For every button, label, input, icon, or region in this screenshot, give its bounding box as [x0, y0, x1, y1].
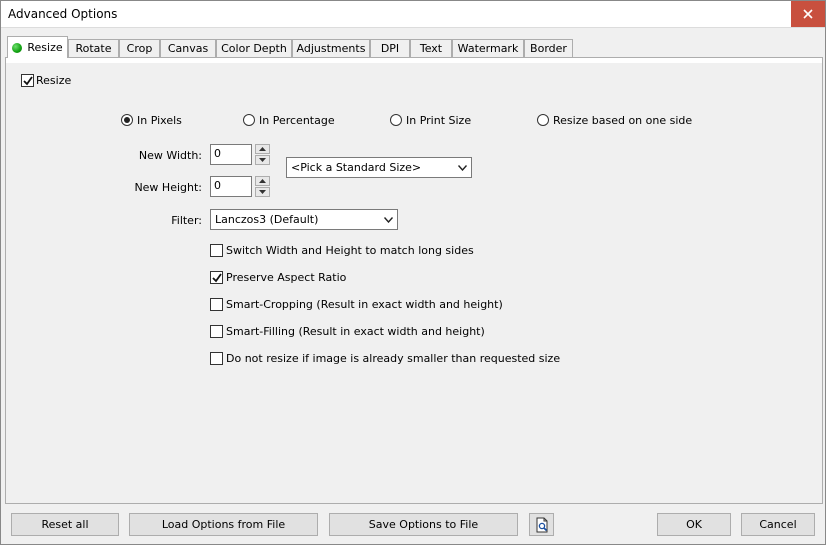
spin-up-icon[interactable]: [255, 176, 270, 186]
preview-button[interactable]: [529, 513, 554, 536]
no-upscale-checkbox[interactable]: [210, 352, 223, 365]
switch-width-height-checkbox[interactable]: [210, 244, 223, 257]
radio-in-pixels[interactable]: [121, 114, 133, 126]
tab-text[interactable]: Text: [410, 39, 452, 57]
tab-label: DPI: [380, 42, 400, 55]
tab-adjustments[interactable]: Adjustments: [292, 39, 370, 57]
close-icon: [803, 9, 813, 19]
tab-watermark[interactable]: Watermark: [452, 39, 524, 57]
tab-label: Border: [530, 42, 567, 55]
preserve-aspect-label: Preserve Aspect Ratio: [226, 271, 347, 284]
resize-checkbox[interactable]: [21, 74, 34, 87]
width-spinner[interactable]: [255, 144, 270, 165]
radio-in-percentage-label: In Percentage: [259, 114, 335, 127]
resize-checkbox-label: Resize: [36, 74, 72, 87]
radio-one-side[interactable]: [537, 114, 549, 126]
tab-label: Color Depth: [221, 42, 287, 55]
tab-border[interactable]: Border: [524, 39, 573, 57]
standard-size-select[interactable]: <Pick a Standard Size>: [286, 157, 472, 178]
tab-label: Crop: [126, 42, 153, 55]
height-input[interactable]: 0: [210, 176, 252, 197]
radio-in-percentage[interactable]: [243, 114, 255, 126]
spin-down-icon[interactable]: [255, 155, 270, 165]
resize-panel: Resize In Pixels In Percentage In Print …: [5, 57, 823, 504]
checkmark-icon: [23, 76, 33, 86]
chevron-down-icon: [458, 165, 467, 171]
tab-label: Resize: [27, 41, 63, 54]
reset-all-button[interactable]: Reset all: [11, 513, 119, 536]
cancel-button[interactable]: Cancel: [741, 513, 815, 536]
width-input[interactable]: 0: [210, 144, 252, 165]
tab-label: Text: [419, 42, 443, 55]
tab-label: Watermark: [457, 42, 519, 55]
chevron-down-icon: [384, 217, 393, 223]
tab-rotate[interactable]: Rotate: [68, 39, 119, 57]
tab-label: Rotate: [75, 42, 112, 55]
title-bar: Advanced Options: [1, 1, 825, 28]
tab-label: Adjustments: [296, 42, 366, 55]
checkmark-icon: [212, 273, 222, 283]
radio-in-print-size-label: In Print Size: [406, 114, 472, 127]
tab-label: Canvas: [167, 42, 209, 55]
ok-button[interactable]: OK: [657, 513, 731, 536]
tab-crop[interactable]: Crop: [119, 39, 160, 57]
height-label: New Height:: [134, 181, 202, 194]
spin-down-icon[interactable]: [255, 187, 270, 197]
window-title: Advanced Options: [8, 7, 118, 21]
standard-size-value: <Pick a Standard Size>: [291, 161, 422, 174]
tab-resize[interactable]: Resize: [7, 36, 68, 58]
filter-value: Lanczos3 (Default): [215, 213, 319, 226]
no-upscale-label: Do not resize if image is already smalle…: [226, 352, 561, 365]
tab-color-depth[interactable]: Color Depth: [216, 39, 292, 57]
height-spinner[interactable]: [255, 176, 270, 197]
smart-cropping-checkbox[interactable]: [210, 298, 223, 311]
preserve-aspect-checkbox[interactable]: [210, 271, 223, 284]
preview-icon: [536, 517, 547, 532]
advanced-options-window: Advanced Options Resize Rotate Crop Canv…: [0, 0, 826, 545]
filter-label: Filter:: [171, 214, 202, 227]
active-indicator-icon: [12, 42, 23, 53]
tab-strip: Resize Rotate Crop Canvas Color Depth Ad…: [5, 36, 823, 58]
spin-up-icon[interactable]: [255, 144, 270, 154]
save-options-button[interactable]: Save Options to File: [329, 513, 518, 536]
smart-filling-checkbox[interactable]: [210, 325, 223, 338]
radio-one-side-label: Resize based on one side: [553, 114, 693, 127]
radio-in-pixels-label: In Pixels: [137, 114, 182, 127]
smart-filling-label: Smart-Filling (Result in exact width and…: [226, 325, 485, 338]
width-label: New Width:: [138, 149, 202, 162]
radio-in-print-size[interactable]: [390, 114, 402, 126]
switch-width-height-label: Switch Width and Height to match long si…: [226, 244, 474, 257]
smart-cropping-label: Smart-Cropping (Result in exact width an…: [226, 298, 503, 311]
filter-select[interactable]: Lanczos3 (Default): [210, 209, 398, 230]
tab-dpi[interactable]: DPI: [370, 39, 410, 57]
tab-canvas[interactable]: Canvas: [160, 39, 216, 57]
close-button[interactable]: [791, 1, 825, 27]
load-options-button[interactable]: Load Options from File: [129, 513, 318, 536]
